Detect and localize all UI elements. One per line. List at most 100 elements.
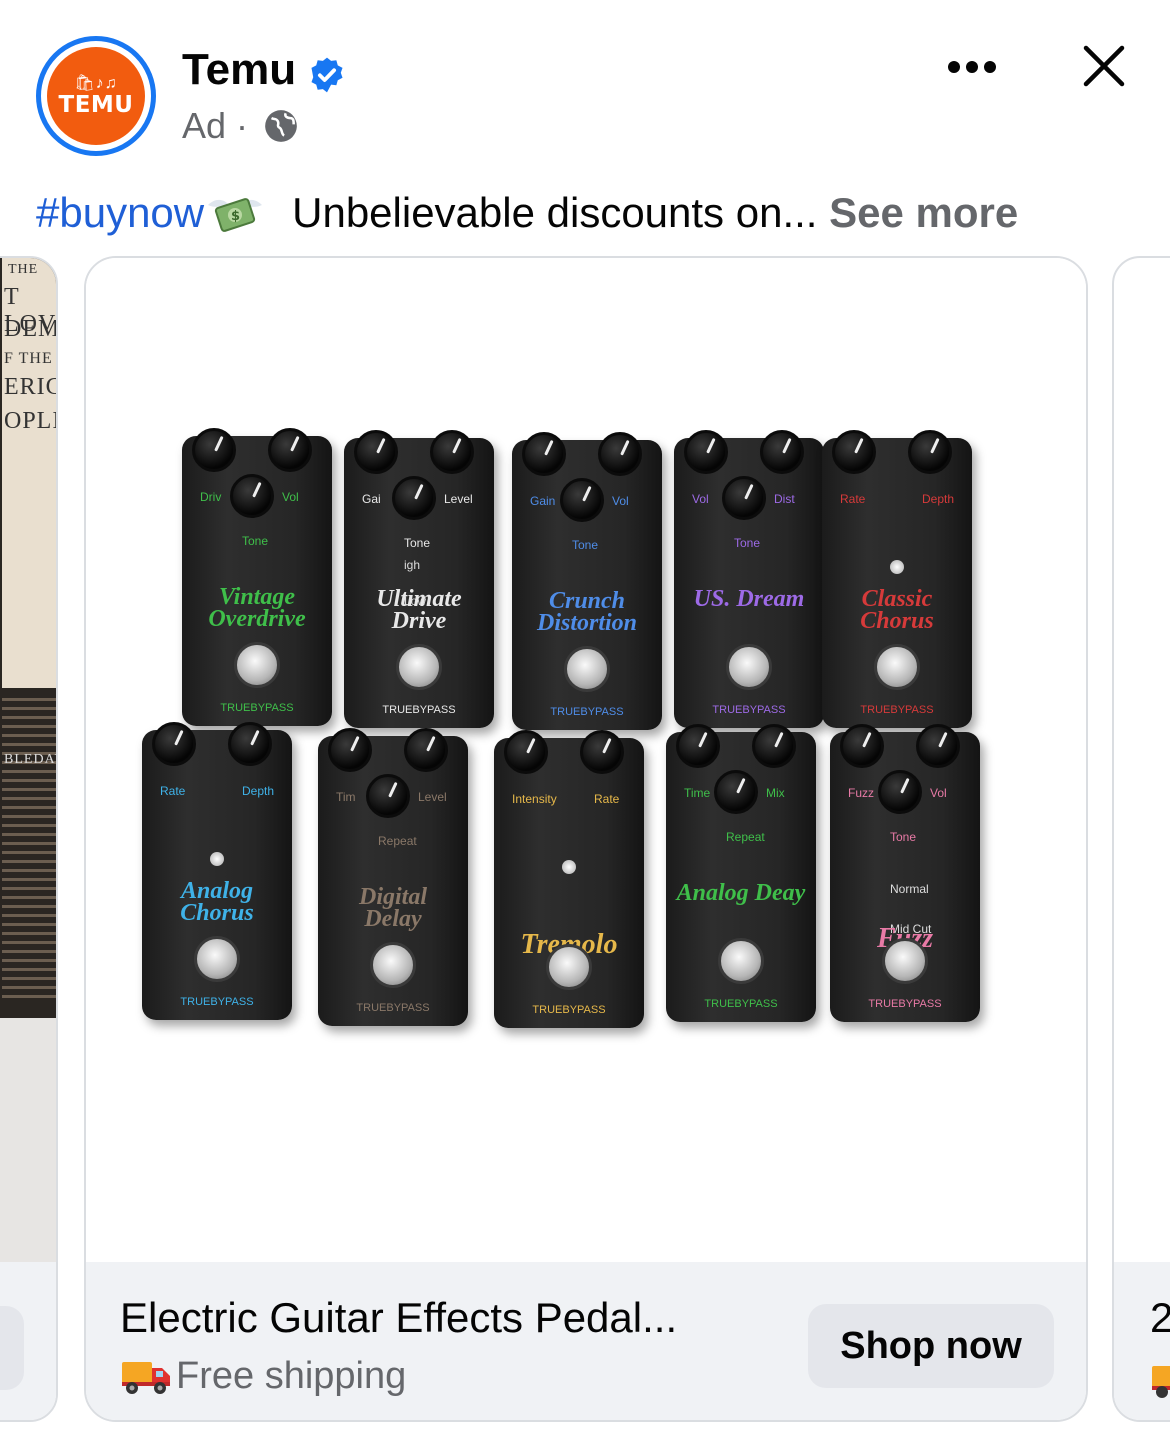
book-text: ERIC — [4, 374, 58, 400]
pedal-knob — [722, 476, 766, 520]
facebook-ad-post: 🛍♪♫ TEMU Temu Ad · #buynow $ Unbelievabl… — [0, 0, 1170, 1438]
pedal-knob-label: Tone — [890, 830, 917, 844]
pedal-name: Digital Delay — [358, 884, 427, 932]
post-caption: #buynow $ Unbelievable discounts on... S… — [36, 186, 1018, 240]
product-title[interactable]: Electric Guitar Effects Pedal... — [120, 1292, 677, 1344]
pedal-knob-label: Level — [418, 790, 447, 804]
footswitch — [726, 644, 772, 690]
truebypass-label: TRUEBYPASS — [356, 1002, 430, 1014]
pedal-knob-label: Rate — [160, 784, 186, 798]
pedal-name: Crunch Distortion — [536, 588, 638, 636]
pedal-item: Gain Vol Tone Crunch Distortion TRUEBYPASS — [512, 432, 662, 730]
pedal-item: Rate Depth Analog Chorus TRUEBYPASS — [142, 722, 292, 1020]
pedal-knob-label: Vol — [282, 490, 299, 504]
pedal-knob-label: Repeat — [378, 834, 417, 848]
pedal-item: Tim Level Repeat Digital Delay TRUEBYPASS — [318, 728, 468, 1026]
page-name[interactable]: Temu — [182, 44, 296, 96]
pedal-item: Rate Depth Classic Chorus TRUEBYPASS — [822, 430, 972, 728]
post-meta: Ad · — [182, 104, 300, 148]
pedal-knob — [152, 722, 196, 766]
pedal-knob — [230, 474, 274, 518]
pedal-item: FuzzVolToneNormalMid CutFuzzTRUEBYPASS — [830, 724, 980, 1022]
book-image: THE T LOV DEMS F THE ERIC OPLI BLEDAY — [0, 258, 58, 1262]
pedal-led — [890, 560, 904, 574]
pedal-knob-label: Rate — [594, 792, 620, 806]
ad-label: Ad — [182, 105, 227, 146]
pedal-knob-label: Dist — [774, 492, 795, 506]
pedal-grid: Driv Vol Tone Vintage Overdrive TRUEBYPASS Ga… — [86, 258, 1086, 1262]
book-spine-pattern — [2, 698, 56, 998]
pedal-name: Analog Chorus — [180, 878, 254, 926]
meta-separator: · — [236, 105, 249, 146]
pedal-knob — [684, 430, 728, 474]
pedal-knob — [228, 722, 272, 766]
pedal-name: US. Dream — [693, 586, 805, 612]
truebypass-label: TRUEBYPASS — [860, 704, 934, 716]
pedal-knob-label: Repeat — [726, 830, 765, 844]
pedal-knob-label: Tim — [336, 790, 356, 804]
money-with-wings-icon: $ — [208, 198, 263, 232]
shipping-text: Free shipping — [176, 1355, 407, 1397]
next-card-footer: 2 — [1114, 1262, 1170, 1420]
pedal-knob-label: Tone — [242, 534, 269, 548]
svg-text:$: $ — [231, 209, 240, 224]
pedal-knob — [328, 728, 372, 772]
hashtag-link[interactable]: #buynow — [36, 189, 204, 236]
truebypass-label: TRUEBYPASS — [712, 704, 786, 716]
book-text: F THE — [4, 350, 53, 367]
truebypass-label: TRUEBYPASS — [550, 706, 624, 718]
pedal-name: Analog Deay — [676, 880, 806, 906]
pedal-item: Gai Level Tone igh Low Ultimate Drive TRUEBYPA… — [344, 430, 494, 728]
footswitch — [882, 938, 928, 984]
footswitch — [718, 938, 764, 984]
pedal-knob — [504, 730, 548, 774]
pedal-item: IntensityRateTremoloTRUEBYPASS — [494, 730, 644, 1028]
footswitch — [874, 644, 920, 690]
logo-icons: 🛍♪♫ — [74, 75, 118, 92]
carousel-card-next[interactable]: 2 — [1112, 256, 1170, 1422]
page-avatar[interactable]: 🛍♪♫ TEMU — [36, 36, 156, 156]
previous-shop-button[interactable] — [0, 1306, 24, 1390]
pedal-knob — [878, 770, 922, 814]
pedal-knob-label: Intensity — [512, 792, 557, 806]
see-more-link[interactable]: See more — [829, 189, 1018, 236]
close-icon[interactable] — [1080, 42, 1128, 90]
pedal-knob-label: Vol — [612, 494, 629, 508]
truebypass-label: TRUEBYPASS — [704, 998, 778, 1010]
truebypass-label: TRUEBYPASS — [382, 704, 456, 716]
pedal-knob-label: Time — [684, 786, 711, 800]
truebypass-label: TRUEBYPASS — [868, 998, 942, 1010]
pedal-knob — [676, 724, 720, 768]
shop-now-button[interactable]: Shop now — [808, 1304, 1054, 1388]
product-image[interactable]: Driv Vol Tone Vintage Overdrive TRUEBYPASS Ga… — [86, 258, 1086, 1262]
pedal-knob-label: Level — [444, 492, 473, 506]
more-dots-icon[interactable] — [946, 58, 998, 76]
pedal-knob-label: Tone — [572, 538, 599, 552]
pedal-knob — [268, 428, 312, 472]
pedal-knob — [392, 476, 436, 520]
pedal-led — [210, 852, 224, 866]
footswitch — [234, 642, 280, 688]
book-text: THE — [8, 262, 39, 277]
delivery-truck-icon — [122, 1362, 170, 1394]
pedal-knob — [840, 724, 884, 768]
pedal-knob-label: Gai — [362, 492, 381, 506]
pedal-knob-label: Driv — [200, 490, 222, 504]
carousel-card[interactable]: Driv Vol Tone Vintage Overdrive TRUEBYPASS Ga… — [84, 256, 1088, 1422]
carousel-card-previous[interactable]: THE T LOV DEMS F THE ERIC OPLI BLEDAY — [0, 256, 58, 1422]
delivery-truck-icon — [1150, 1358, 1170, 1402]
pedal-knob-label: Tone — [404, 536, 431, 550]
pedal-name: Ultimate Drive — [376, 586, 462, 634]
pedal-knob-label: Depth — [242, 784, 275, 798]
book-text: DEMS — [4, 316, 56, 342]
next-product-title: 2 — [1150, 1292, 1170, 1344]
pedal-item: Time Mix Repeat Analog Deay TRUEBYPASS — [666, 724, 816, 1022]
truebypass-label: TRUEBYPASS — [220, 702, 294, 714]
pedal-knob — [366, 774, 410, 818]
pedal-knob — [430, 430, 474, 474]
globe-icon[interactable] — [262, 107, 300, 145]
book-text: BLEDAY — [4, 752, 56, 767]
pedal-knob — [580, 730, 624, 774]
pedal-item: Vol Dist Tone US. Dream TRUEBYPASS — [674, 430, 824, 728]
pedal-name: Classic Chorus — [860, 586, 934, 634]
